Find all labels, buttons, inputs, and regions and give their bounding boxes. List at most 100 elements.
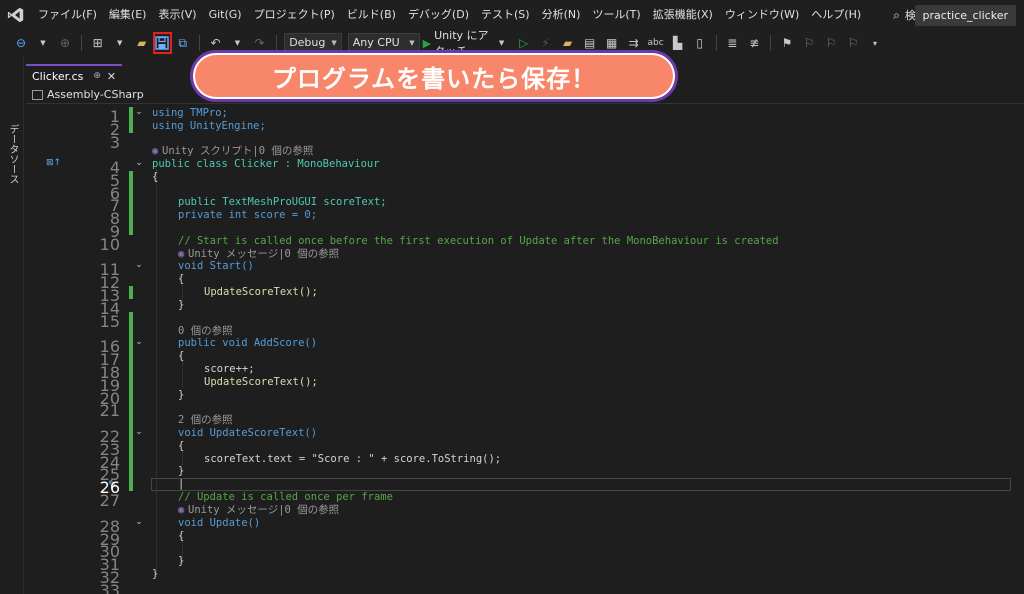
code-text: { <box>178 530 185 542</box>
code-line: public TextMeshProUGUI scoreText; <box>26 196 1024 209</box>
code-text: UpdateScoreText(); <box>204 286 318 298</box>
code-text: } <box>178 465 185 477</box>
code-line: } <box>26 299 1024 312</box>
code-text: scoreText.text = "Score : " + score.ToSt… <box>204 453 502 465</box>
open-folder-icon[interactable]: ▰ <box>133 32 151 54</box>
code-text: public TextMeshProUGUI scoreText; <box>178 196 387 208</box>
project-label: Assembly-CSharp <box>47 88 144 101</box>
code-line: score++; <box>26 363 1024 376</box>
menu-git[interactable]: Git(G) <box>203 0 248 30</box>
new-project-icon[interactable]: ⊞ <box>89 32 107 54</box>
chevron-down-icon[interactable]: ▼ <box>111 32 129 54</box>
code-line: { <box>26 171 1024 184</box>
code-line: void UpdateScoreText() <box>26 427 1024 440</box>
menu-test[interactable]: テスト(S) <box>475 0 536 30</box>
navigate-forward-icon[interactable]: ⊕ <box>56 32 74 54</box>
menu-project[interactable]: プロジェクト(P) <box>248 0 341 30</box>
line-number: 33 <box>99 581 120 594</box>
menu-analyze[interactable]: 分析(N) <box>536 0 587 30</box>
code-line: scoreText.text = "Score : " + score.ToSt… <box>26 453 1024 466</box>
tab-clicker-cs[interactable]: Clicker.cs ⊕ ✕ <box>26 64 123 86</box>
menu-debug[interactable]: デバッグ(D) <box>402 0 475 30</box>
code-text: void Start() <box>178 260 254 272</box>
bookmark-next-icon[interactable]: ⚐ <box>822 32 840 54</box>
menu-view[interactable]: 表示(V) <box>152 0 202 30</box>
comment-icon[interactable]: ≣ <box>723 32 741 54</box>
menu-bar: ファイル(F) 編集(E) 表示(V) Git(G) プロジェクト(P) ビルド… <box>0 0 1024 30</box>
save-reminder-callout: プログラムを書いたら保存！ <box>190 50 678 102</box>
code-line: using UnityEngine; <box>26 120 1024 133</box>
codelens-text[interactable]: Unity スクリプト|0 個の参照 <box>162 145 313 158</box>
bookmark-clear-icon[interactable]: ⚐ <box>844 32 862 54</box>
code-line: UpdateScoreText(); <box>26 286 1024 299</box>
code-text: void Update() <box>178 517 261 529</box>
toolbar-separator <box>81 35 82 51</box>
codelens-text[interactable]: Unity メッセージ|0 個の参照 <box>188 504 339 517</box>
code-text: private int score = 0; <box>178 209 318 221</box>
code-line: | <box>26 478 1024 491</box>
menu-tools[interactable]: ツール(T) <box>586 0 646 30</box>
code-line: } <box>26 555 1024 568</box>
code-text: UpdateScoreText(); <box>204 376 318 388</box>
code-line: { <box>26 530 1024 543</box>
menu-window[interactable]: ウィンドウ(W) <box>719 0 805 30</box>
code-line: UpdateScoreText(); <box>26 376 1024 389</box>
toolbar-separator <box>715 35 717 51</box>
codelens-text[interactable]: Unity メッセージ|0 個の参照 <box>188 248 339 261</box>
menu-extensions[interactable]: 拡張機能(X) <box>647 0 719 30</box>
menu-edit[interactable]: 編集(E) <box>103 0 153 30</box>
data-sources-tab[interactable]: データソース <box>5 124 20 184</box>
bookmark-prev-icon[interactable]: ⚐ <box>800 32 818 54</box>
menu-build[interactable]: ビルド(B) <box>341 0 402 30</box>
code-line: void Start() <box>26 260 1024 273</box>
bookmark-icon[interactable]: ⚑ <box>778 32 796 54</box>
pin-icon[interactable]: ⊕ <box>93 71 101 81</box>
project-dropdown[interactable]: Assembly-CSharp <box>32 88 144 101</box>
code-text: } <box>178 555 185 567</box>
code-line: } <box>26 389 1024 402</box>
toolbar-separator <box>770 35 771 51</box>
uncomment-icon[interactable]: ≢ <box>745 32 763 54</box>
menu-items: ファイル(F) 編集(E) 表示(V) Git(G) プロジェクト(P) ビルド… <box>32 0 867 30</box>
codelens: 0 個の参照 <box>26 325 1024 338</box>
search-icon: ⌕ <box>893 7 900 22</box>
code-text: using TMPro; <box>152 107 228 119</box>
code-line: } <box>26 568 1024 581</box>
code-text: // Update is called once per frame <box>178 491 393 503</box>
code-text: { <box>178 350 185 362</box>
code-line: using TMPro; <box>26 107 1024 120</box>
solution-name-badge[interactable]: practice_clicker <box>914 5 1016 26</box>
menu-file[interactable]: ファイル(F) <box>32 0 103 30</box>
save-button[interactable] <box>152 32 172 54</box>
code-text: using UnityEngine; <box>152 120 266 132</box>
clip-icon[interactable]: ▯ <box>691 32 709 54</box>
menu-help[interactable]: ヘルプ(H) <box>805 0 867 30</box>
play-icon: ▶ <box>422 36 432 50</box>
code-editor[interactable]: ✎ ⊠↑ 1 2 3 4 5 6 7 8 9 10 11 12 13 14 15… <box>26 105 1024 594</box>
code-text: { <box>178 440 185 452</box>
unity-icon: ◉ <box>178 504 185 516</box>
codelens: Unity スクリプト|0 個の参照 ◉ <box>26 145 1024 158</box>
code-line: } <box>26 465 1024 478</box>
codelens-text[interactable]: 0 個の参照 <box>178 325 233 338</box>
code-line: { <box>26 350 1024 363</box>
csharp-project-icon <box>32 89 43 100</box>
unity-icon: ◉ <box>152 145 159 157</box>
navigate-back-icon[interactable]: ⊖ <box>12 32 30 54</box>
code-line: void Update() <box>26 517 1024 530</box>
code-line: { <box>26 440 1024 453</box>
toolbar-overflow-icon[interactable]: ▾ <box>866 32 884 54</box>
code-line: public class Clicker : MonoBehaviour <box>26 158 1024 171</box>
save-all-icon[interactable]: ⧉ <box>174 32 192 54</box>
code-text: } <box>178 389 185 401</box>
codelens-text[interactable]: 2 個の参照 <box>178 414 233 427</box>
close-icon[interactable]: ✕ <box>107 70 116 83</box>
left-tool-strip: データソース <box>0 56 24 594</box>
bookmark-window-icon[interactable]: ▙ <box>669 32 687 54</box>
tab-filename: Clicker.cs <box>32 69 84 83</box>
chevron-down-icon[interactable]: ▼ <box>34 32 52 54</box>
codelens: Unity メッセージ|0 個の参照 ◉ <box>26 504 1024 517</box>
code-text: } <box>152 568 159 580</box>
code-line: private int score = 0; <box>26 209 1024 222</box>
visual-studio-logo-icon[interactable] <box>0 0 32 30</box>
